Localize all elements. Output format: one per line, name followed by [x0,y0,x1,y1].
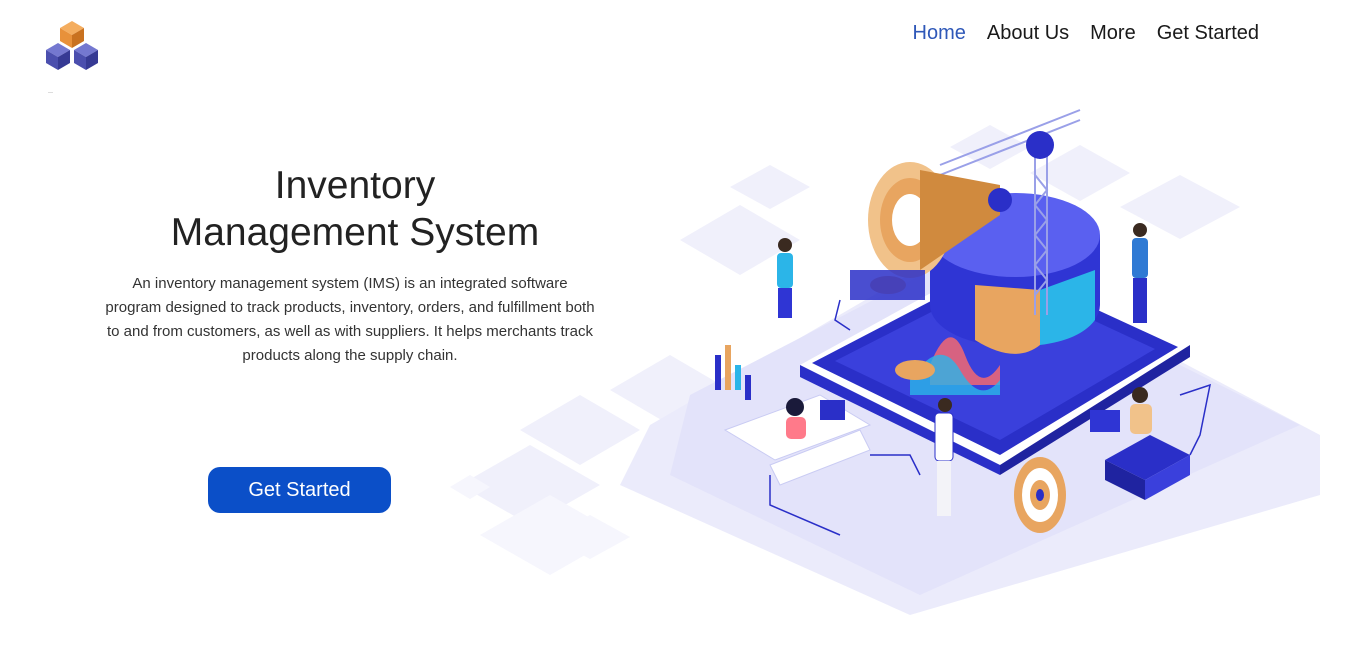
get-started-button[interactable]: Get Started [208,467,391,513]
nav-about-us[interactable]: About Us [987,20,1069,46]
isometric-inventory-illustration [450,109,1320,615]
stacked-cubes-icon[interactable] [43,20,101,72]
top-nav: Home About Us More Get Started [913,20,1259,46]
title-line-1: Inventory [274,164,436,207]
logo-divider [48,92,53,93]
figure-center [934,398,954,516]
nav-more[interactable]: More [1090,20,1136,46]
nav-home[interactable]: Home [913,20,966,46]
figure-right [1132,223,1148,323]
target [1014,457,1066,533]
nav-get-started[interactable]: Get Started [1157,20,1259,46]
